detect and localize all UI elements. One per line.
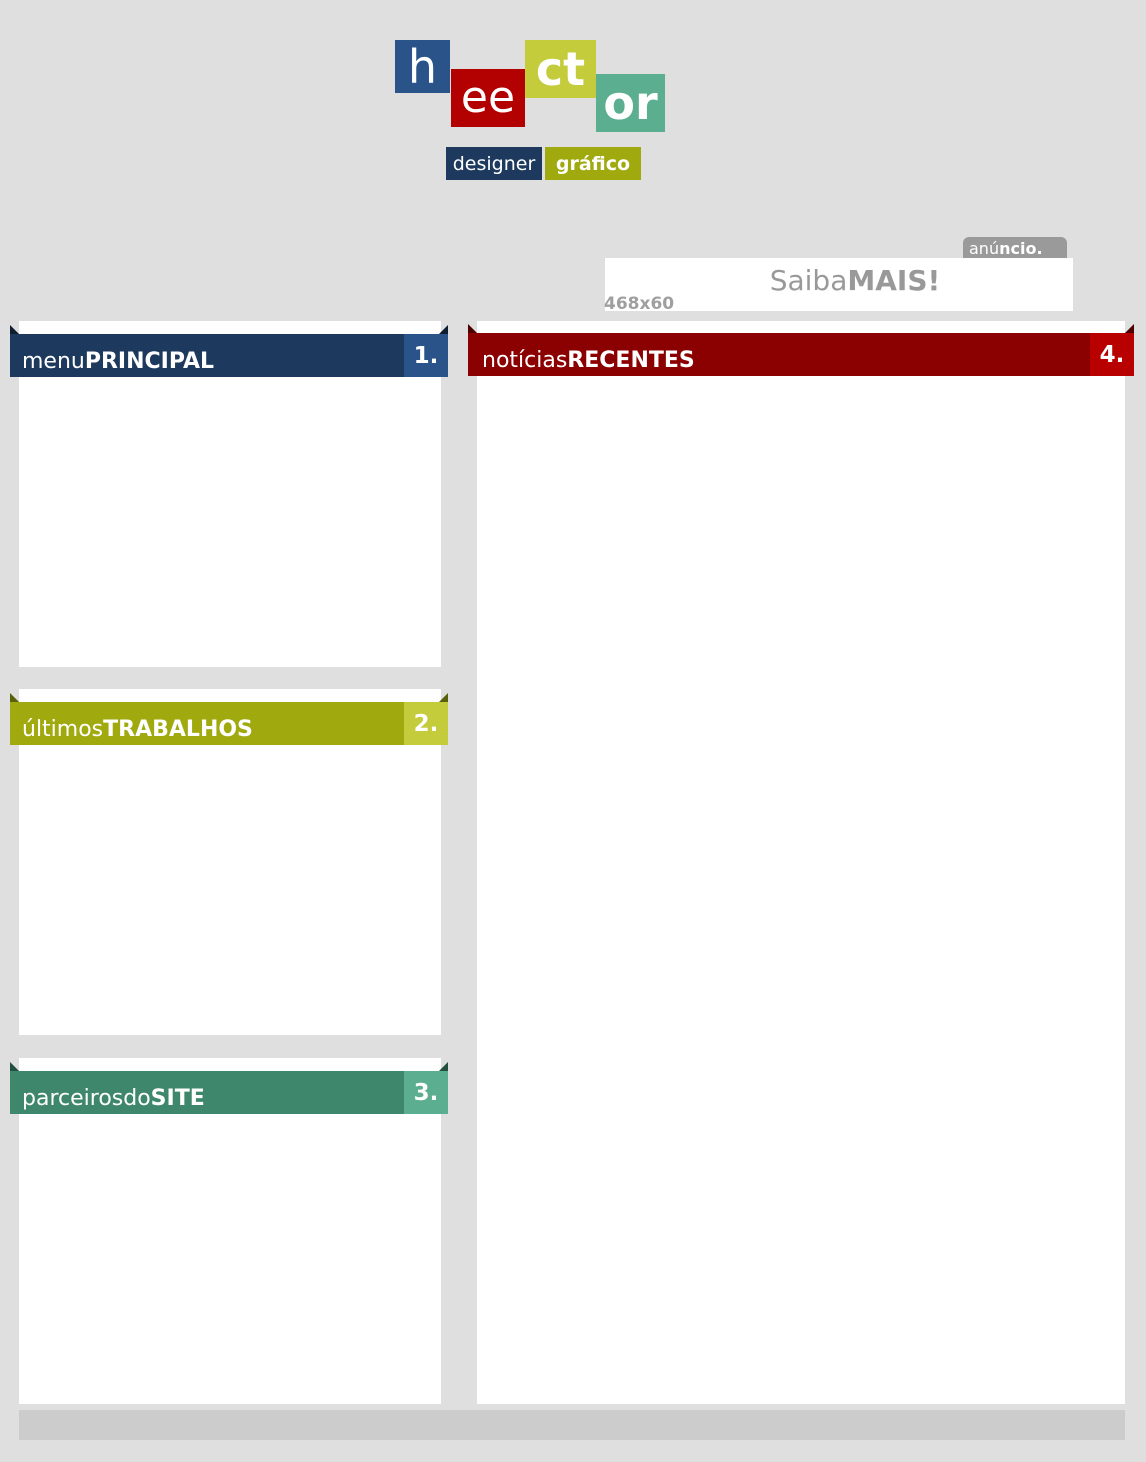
ribbon-fold-left bbox=[10, 1062, 19, 1071]
works-panel-title: últimosTRABALHOS bbox=[10, 717, 404, 742]
logo-tile-ct: ct bbox=[525, 40, 596, 98]
ribbon-fold-right bbox=[1125, 324, 1134, 333]
partners-panel-header: parceirosdoSITE 3. bbox=[10, 1071, 448, 1114]
logo-tile-h: h bbox=[395, 40, 450, 93]
ad-label-tab: anúncio. bbox=[963, 237, 1067, 258]
ribbon-fold-left bbox=[10, 325, 19, 334]
ribbon-fold-right bbox=[439, 693, 448, 702]
ribbon-fold-left bbox=[10, 693, 19, 702]
partners-panel-number: 3. bbox=[404, 1071, 448, 1114]
works-panel-header: últimosTRABALHOS 2. bbox=[10, 702, 448, 745]
menu-panel-header: menuPRINCIPAL 1. bbox=[10, 334, 448, 377]
logo-tile-or: or bbox=[596, 74, 665, 132]
works-title-bold: TRABALHOS bbox=[103, 717, 253, 742]
ribbon-fold-right bbox=[439, 1062, 448, 1071]
menu-panel-title: menuPRINCIPAL bbox=[10, 349, 404, 374]
works-panel-number: 2. bbox=[404, 702, 448, 745]
partners-title-bold: SITE bbox=[150, 1086, 205, 1111]
ad-size-label: 468x60 bbox=[604, 294, 675, 314]
tagline-designer: designer bbox=[446, 147, 542, 180]
ad-cta-light: Saiba bbox=[769, 264, 848, 297]
logo-tile-ee: ee bbox=[451, 69, 525, 127]
news-title-light: notícias bbox=[482, 348, 568, 373]
partners-title-light: parceirosdo bbox=[22, 1086, 151, 1111]
ribbon-fold-right bbox=[439, 325, 448, 334]
ad-cta-bold: MAIS! bbox=[847, 264, 941, 297]
ribbon-fold-left bbox=[468, 324, 477, 333]
ad-label-bold: ncio. bbox=[999, 239, 1043, 258]
news-panel-number: 4. bbox=[1090, 333, 1134, 376]
news-panel bbox=[477, 321, 1125, 1404]
footer-bar bbox=[19, 1410, 1125, 1440]
news-title-bold: RECENTES bbox=[567, 348, 695, 373]
news-panel-title: notíciasRECENTES bbox=[468, 348, 1090, 373]
ad-label-light: anú bbox=[969, 239, 1000, 258]
partners-panel-title: parceirosdoSITE bbox=[10, 1086, 404, 1111]
menu-title-bold: PRINCIPAL bbox=[84, 349, 215, 374]
news-panel-header: notíciasRECENTES 4. bbox=[468, 333, 1134, 376]
menu-title-light: menu bbox=[22, 349, 85, 374]
works-title-light: últimos bbox=[22, 717, 104, 742]
menu-panel-number: 1. bbox=[404, 334, 448, 377]
ad-cta[interactable]: SaibaMAIS! bbox=[605, 264, 1105, 297]
tagline-grafico: gráfico bbox=[545, 147, 641, 180]
